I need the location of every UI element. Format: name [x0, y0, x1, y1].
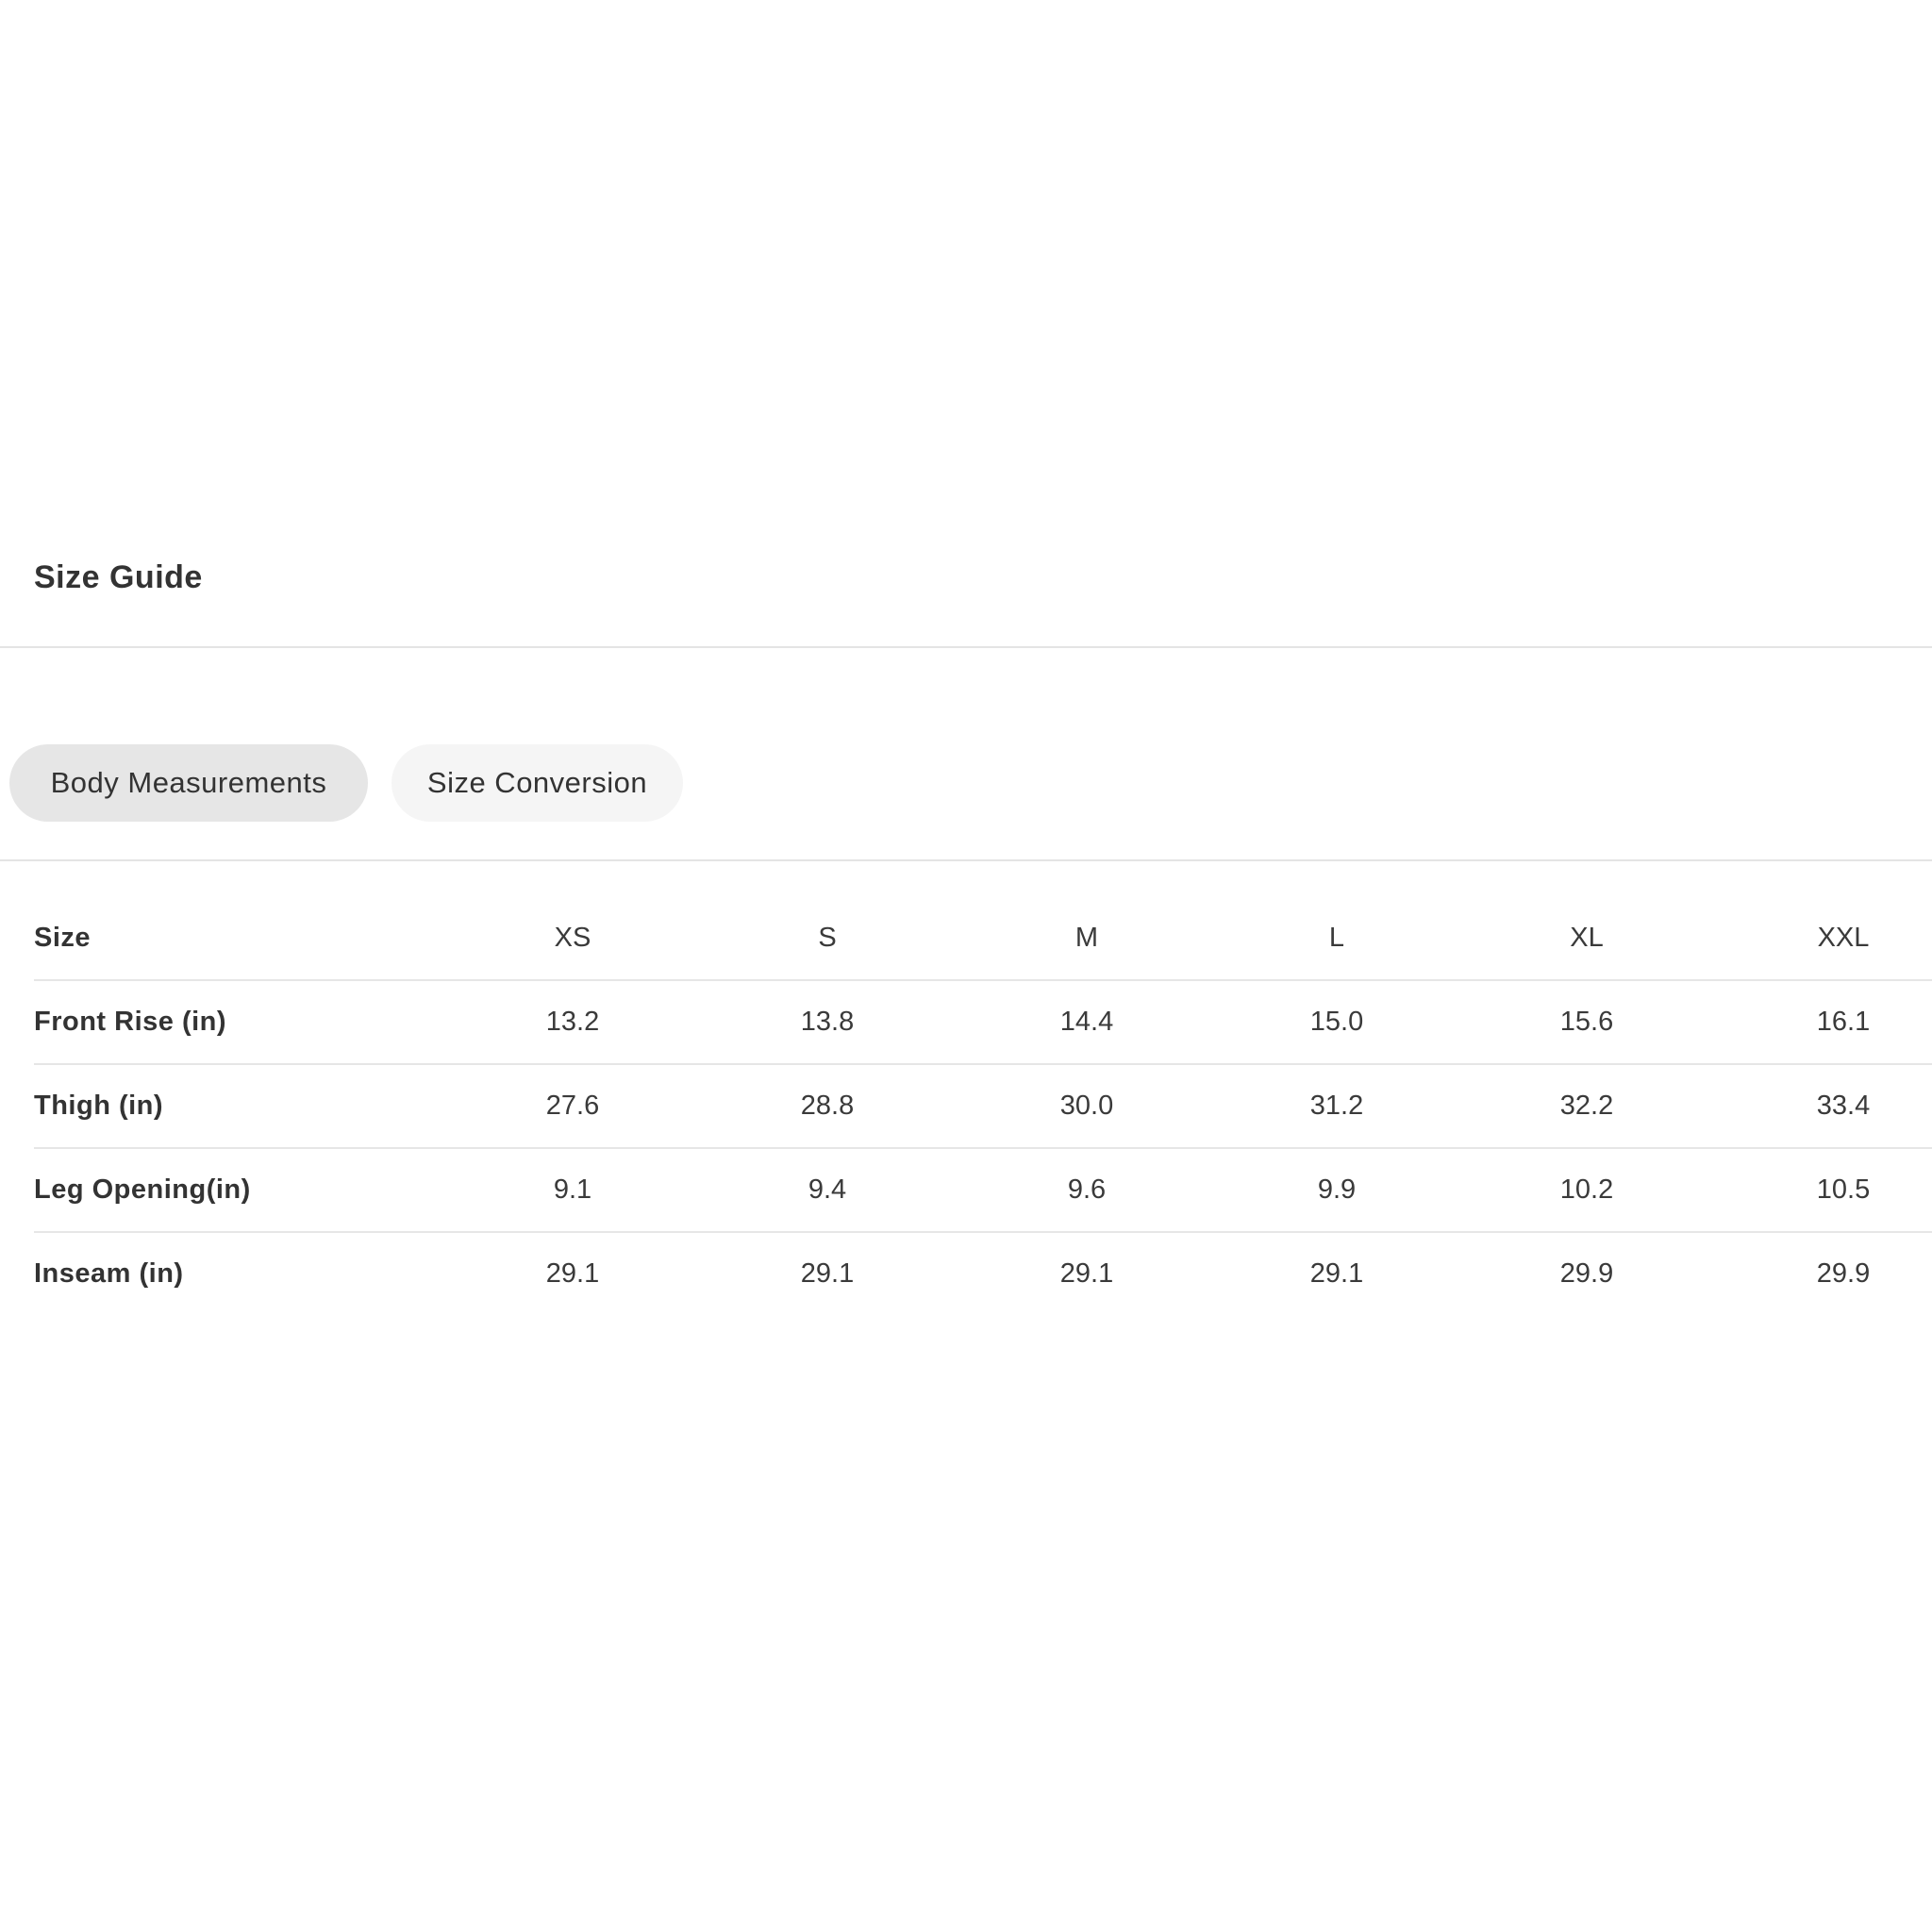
column-header-l: L	[1328, 923, 1345, 953]
table-cell: 10.5	[1816, 1174, 1871, 1205]
page-title: Size Guide	[34, 559, 203, 595]
table-cell: 28.8	[800, 1091, 855, 1121]
column-header-m: M	[1074, 923, 1099, 953]
table-cell: 30.0	[1059, 1091, 1114, 1121]
table-row-thigh: Thigh (in) 27.6 28.8 30.0 31.2 32.2 33.4	[34, 1065, 1932, 1149]
table-cell: 33.4	[1816, 1091, 1871, 1121]
row-label: Leg Opening(in)	[34, 1174, 251, 1205]
table-row-inseam: Inseam (in) 29.1 29.1 29.1 29.1 29.9 29.…	[34, 1233, 1932, 1315]
row-label: Inseam (in)	[34, 1258, 184, 1289]
table-cell: 13.8	[800, 1007, 855, 1037]
row-label: Front Rise (in)	[34, 1007, 227, 1037]
tab-size-conversion[interactable]: Size Conversion	[391, 744, 683, 822]
table-cell: 13.2	[545, 1007, 600, 1037]
table-cell: 29.1	[800, 1258, 855, 1289]
table-cell: 29.1	[1309, 1258, 1364, 1289]
table-cell: 15.0	[1309, 1007, 1364, 1037]
column-header-size: Size	[34, 923, 92, 953]
table-cell: 27.6	[545, 1091, 600, 1121]
table-cell: 31.2	[1309, 1091, 1364, 1121]
table-cell: 29.1	[545, 1258, 600, 1289]
table-header-row: Size XS S M L XL XXL	[34, 897, 1932, 981]
tab-body-measurements[interactable]: Body Measurements	[9, 744, 368, 822]
column-header-xs: XS	[554, 923, 591, 953]
row-label: Thigh (in)	[34, 1091, 164, 1121]
header-divider	[0, 646, 1932, 648]
table-cell: 9.9	[1317, 1174, 1357, 1205]
table-row-front-rise: Front Rise (in) 13.2 13.8 14.4 15.0 15.6…	[34, 981, 1932, 1065]
table-cell: 29.9	[1816, 1258, 1871, 1289]
size-table: Size XS S M L XL XXL Front Rise (in) 13.…	[34, 897, 1932, 1315]
table-cell: 15.6	[1559, 1007, 1614, 1037]
column-header-xl: XL	[1570, 923, 1604, 953]
column-header-s: S	[818, 923, 837, 953]
column-header-xxl: XXL	[1817, 923, 1870, 953]
table-cell: 29.9	[1559, 1258, 1614, 1289]
table-cell: 29.1	[1059, 1258, 1114, 1289]
table-cell: 10.2	[1559, 1174, 1614, 1205]
table-row-leg-opening: Leg Opening(in) 9.1 9.4 9.6 9.9 10.2 10.…	[34, 1149, 1932, 1233]
table-cell: 16.1	[1816, 1007, 1871, 1037]
table-cell: 9.1	[553, 1174, 592, 1205]
tabs-divider	[0, 859, 1932, 861]
table-cell: 32.2	[1559, 1091, 1614, 1121]
table-cell: 9.6	[1067, 1174, 1107, 1205]
table-cell: 9.4	[808, 1174, 847, 1205]
table-cell: 14.4	[1059, 1007, 1114, 1037]
